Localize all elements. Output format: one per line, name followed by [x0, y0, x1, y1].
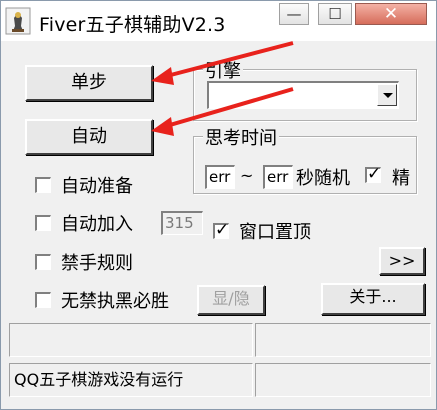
app-window: Fiver五子棋辅助V2.3 — ☐ ✕ 单步 自动 引擎 思考时间 err ~…: [0, 0, 437, 410]
about-button[interactable]: 关于...: [321, 283, 425, 315]
minimize-button[interactable]: —: [279, 3, 309, 25]
forbidden-rules-checkbox[interactable]: [35, 254, 51, 270]
think-time-separator: ~: [240, 166, 254, 185]
auto-ready-checkbox[interactable]: [35, 177, 51, 193]
random-checkbox[interactable]: ✓: [365, 164, 382, 184]
no-forbidden-black-win-label: 无禁执黑必胜: [61, 291, 169, 312]
think-time-min-field[interactable]: err: [205, 165, 235, 189]
precise-label: 精: [392, 168, 410, 189]
expand-button[interactable]: >>: [379, 247, 425, 275]
window-topmost-label: 窗口置顶: [239, 222, 311, 243]
auto-join-field[interactable]: 315: [161, 211, 203, 235]
window-topmost-checkbox[interactable]: ✓: [213, 220, 230, 240]
annotation-arrow-icon: [151, 87, 294, 136]
forbidden-rules-label: 禁手规则: [61, 253, 133, 274]
no-forbidden-black-win-checkbox[interactable]: [35, 292, 51, 308]
checkmark-icon: ✓: [215, 220, 230, 240]
app-icon: [5, 7, 31, 35]
status-cell-bottom-right: [255, 363, 431, 397]
status-message: QQ五子棋游戏没有运行: [9, 363, 253, 397]
auto-join-checkbox[interactable]: [35, 215, 51, 231]
maximize-icon: ☐: [328, 5, 342, 23]
auto-button[interactable]: 自动: [25, 119, 153, 155]
chevron-down-icon[interactable]: [377, 84, 397, 106]
single-step-button[interactable]: 单步: [25, 65, 153, 101]
minimize-icon: —: [286, 5, 302, 23]
auto-ready-label: 自动准备: [61, 176, 133, 197]
close-icon: ✕: [383, 4, 399, 24]
auto-join-label: 自动加入: [61, 214, 133, 235]
think-time-max-field[interactable]: err: [263, 165, 293, 189]
show-hide-button[interactable]: 显/隐: [197, 285, 265, 315]
status-cell-top-right: [255, 323, 431, 357]
maximize-button[interactable]: ☐: [318, 3, 352, 25]
status-cell-top-left: [9, 323, 253, 357]
checkmark-icon: ✓: [367, 164, 382, 184]
close-button[interactable]: ✕: [355, 3, 427, 25]
random-seconds-label: 秒随机: [296, 168, 350, 189]
